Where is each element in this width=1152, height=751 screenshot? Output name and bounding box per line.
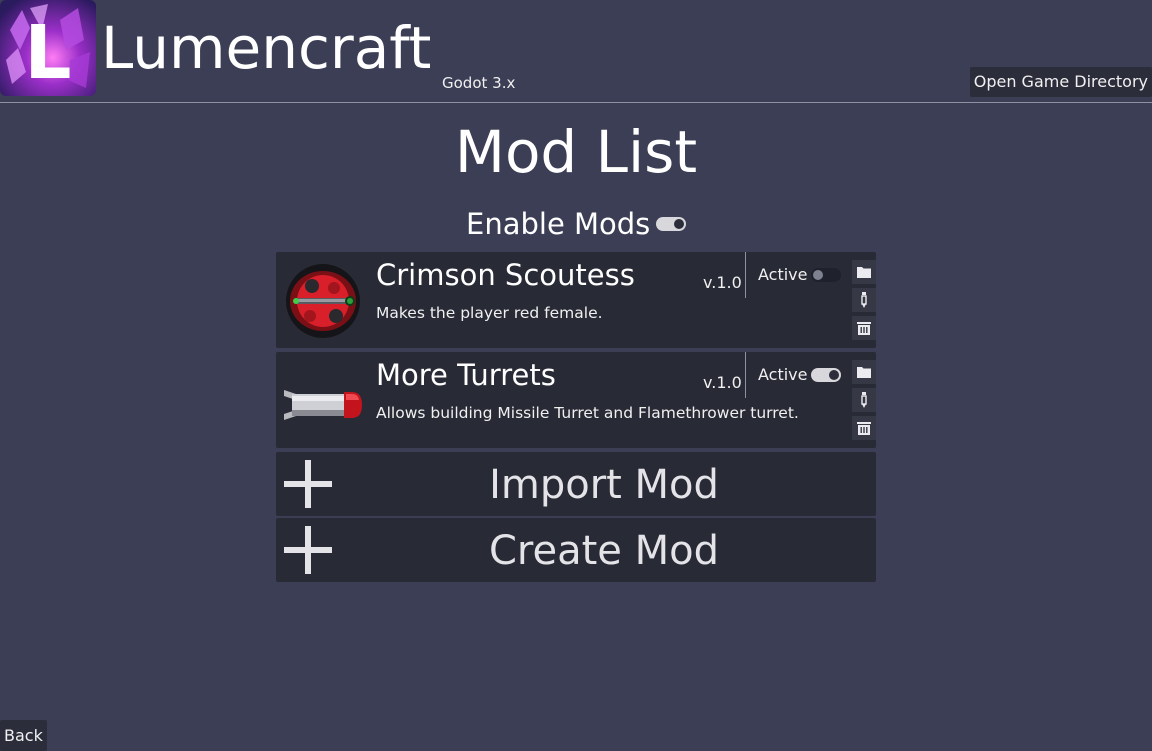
app-title: Lumencraft (101, 14, 432, 82)
mod-active-toggle[interactable] (811, 368, 841, 382)
header-divider (0, 102, 1152, 103)
create-mod-label: Create Mod (489, 528, 719, 574)
open-mod-folder-button[interactable] (852, 260, 876, 284)
trash-icon (857, 422, 871, 435)
app-logo: L (0, 0, 96, 96)
delete-mod-button[interactable] (852, 416, 876, 440)
pencil-icon (861, 292, 867, 308)
red-mech-icon (286, 264, 360, 338)
mod-active-label: Active (758, 365, 808, 384)
card-divider (745, 252, 746, 298)
mod-active-label: Active (758, 265, 808, 284)
folder-icon (857, 367, 871, 378)
mod-description: Allows building Missile Turret and Flame… (376, 404, 799, 422)
trash-icon (857, 322, 871, 335)
back-button[interactable]: Back (0, 720, 47, 751)
edit-mod-button[interactable] (852, 388, 876, 412)
toggle-knob (674, 219, 685, 229)
edit-mod-button[interactable] (852, 288, 876, 312)
toggle-knob (813, 270, 823, 280)
delete-mod-button[interactable] (852, 316, 876, 340)
folder-icon (857, 267, 871, 278)
create-mod-button[interactable]: Create Mod (276, 518, 876, 582)
pencil-icon (861, 392, 867, 408)
toggle-knob (829, 370, 839, 380)
mod-version: v.1.0 (703, 273, 742, 292)
enable-mods-label: Enable Mods (466, 207, 651, 241)
mod-card[interactable]: Crimson Scoutess Makes the player red fe… (276, 252, 876, 348)
mod-card[interactable]: More Turrets Allows building Missile Tur… (276, 352, 876, 448)
svg-text:L: L (24, 10, 71, 96)
mod-name: More Turrets (376, 358, 556, 392)
lumencraft-logo-icon: L (0, 0, 96, 96)
open-game-directory-button[interactable]: Open Game Directory (969, 67, 1152, 97)
card-divider (745, 352, 746, 398)
import-mod-button[interactable]: Import Mod (276, 452, 876, 516)
page-title: Mod List (454, 118, 698, 186)
engine-version-label: Godot 3.x (442, 74, 516, 92)
mod-version: v.1.0 (703, 373, 742, 392)
mod-active-toggle[interactable] (811, 268, 841, 282)
enable-mods-toggle[interactable] (656, 217, 687, 231)
mod-name: Crimson Scoutess (376, 258, 635, 292)
enable-mods-row: Enable Mods (466, 204, 687, 244)
mod-description: Makes the player red female. (376, 304, 603, 322)
import-mod-label: Import Mod (489, 462, 719, 508)
open-mod-folder-button[interactable] (852, 360, 876, 384)
missile-icon (284, 390, 362, 420)
